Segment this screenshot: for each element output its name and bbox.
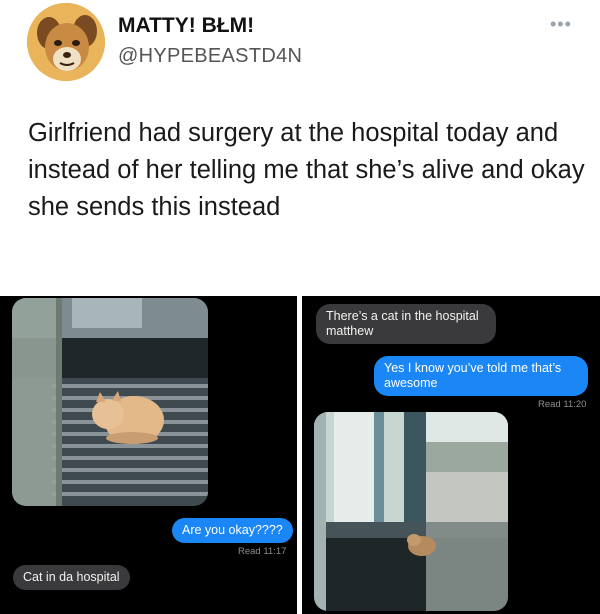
- chat-screenshot-right: There’s a cat in the hospital matthew Ye…: [302, 296, 600, 614]
- cat-window-photo[interactable]: [314, 412, 508, 611]
- tweet-card: MATTY! BŁM! @HYPEBEASTD4N ••• Girlfriend…: [0, 0, 600, 296]
- tweet-text: Girlfriend had surgery at the hospital t…: [28, 119, 585, 221]
- outgoing-message[interactable]: Are you okay????: [172, 518, 293, 543]
- user-handle[interactable]: @HYPEBEASTD4N: [118, 45, 302, 68]
- incoming-message[interactable]: There’s a cat in the hospital matthew: [316, 304, 496, 344]
- display-name[interactable]: MATTY! BŁM!: [118, 14, 254, 38]
- chat-screenshot-left: Are you okay???? Read 11:17 Cat in da ho…: [0, 296, 297, 614]
- read-receipt: Read 11:20: [538, 399, 587, 410]
- outgoing-message[interactable]: Yes I know you’ve told me that’s awesome: [374, 356, 588, 396]
- cat-photo[interactable]: [12, 298, 208, 506]
- incoming-message[interactable]: Cat in da hospital: [13, 565, 130, 590]
- read-receipt: Read 11:17: [238, 546, 287, 557]
- more-dots-icon[interactable]: •••: [550, 14, 572, 35]
- avatar[interactable]: [27, 3, 105, 81]
